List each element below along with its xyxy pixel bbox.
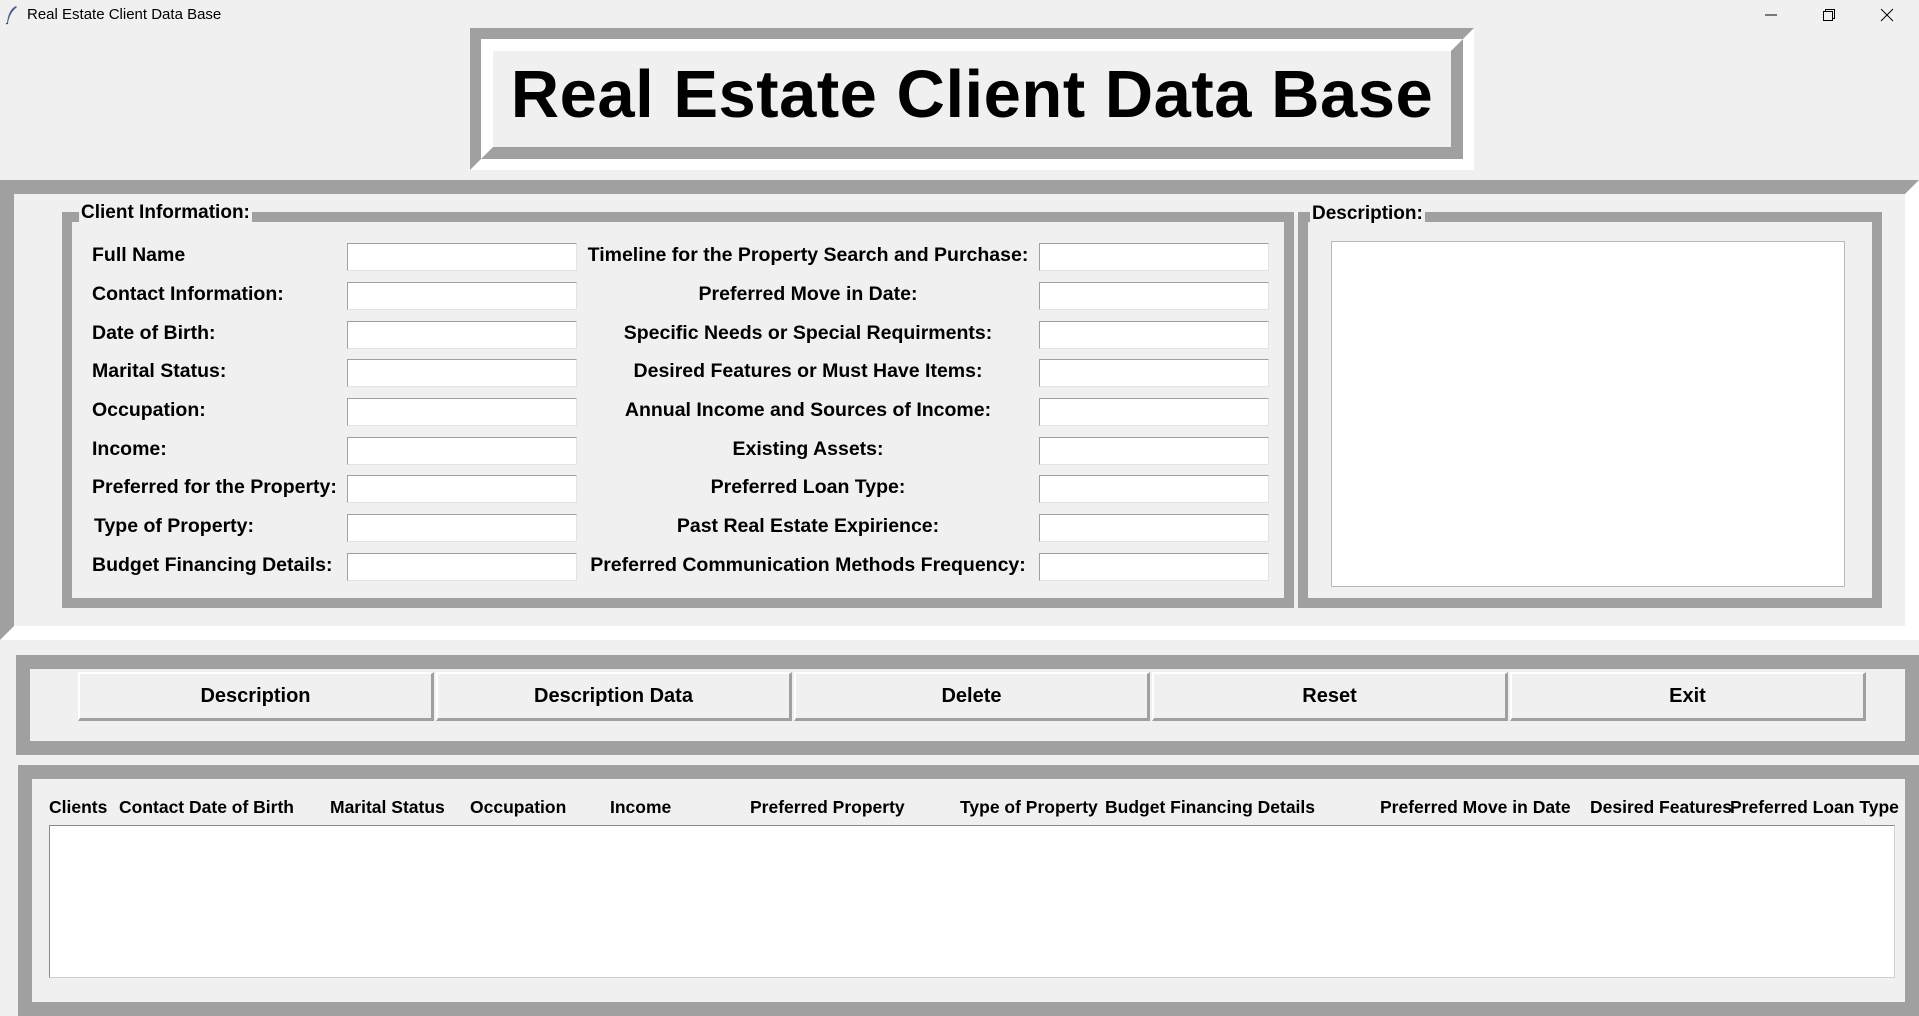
- table-column-header[interactable]: Preferred Move in Date: [1380, 797, 1571, 818]
- restore-icon: [1823, 9, 1835, 21]
- right-field-label: Past Real Estate Expirience:: [676, 515, 940, 537]
- table-column-header[interactable]: Clients: [49, 797, 107, 818]
- left-field-input[interactable]: [347, 553, 577, 581]
- close-button[interactable]: [1858, 0, 1916, 30]
- table-column-header[interactable]: Preferred Property: [750, 797, 905, 818]
- right-field-input[interactable]: [1039, 553, 1269, 581]
- left-field-input[interactable]: [347, 282, 577, 310]
- feather-icon: [5, 6, 17, 25]
- right-field-input[interactable]: [1039, 243, 1269, 271]
- window-titlebar: Real Estate Client Data Base: [0, 0, 1919, 30]
- right-field-label: Preferred Move in Date:: [698, 283, 918, 305]
- left-field-input[interactable]: [347, 437, 577, 465]
- table-column-header[interactable]: Budget Financing Details: [1105, 797, 1315, 818]
- right-field-input[interactable]: [1039, 475, 1269, 503]
- restore-button[interactable]: [1800, 0, 1858, 30]
- left-field-input[interactable]: [347, 398, 577, 426]
- left-field-input[interactable]: [347, 243, 577, 271]
- left-field-label: Type of Property:: [94, 515, 254, 537]
- description-label: Description:: [1310, 203, 1425, 225]
- table-column-header[interactable]: Date of Birth: [189, 797, 294, 818]
- right-field-input[interactable]: [1039, 437, 1269, 465]
- left-field-input[interactable]: [347, 514, 577, 542]
- right-field-input[interactable]: [1039, 398, 1269, 426]
- delete-button[interactable]: Delete: [794, 672, 1150, 721]
- right-field-label: Desired Features or Must Have Items:: [633, 360, 983, 382]
- description-button[interactable]: Description: [78, 672, 434, 721]
- left-field-label: Preferred for the Property:: [92, 476, 337, 498]
- right-field-label: Preferred Loan Type:: [710, 476, 906, 498]
- table-column-header[interactable]: Marital Status: [330, 797, 445, 818]
- table-column-header[interactable]: Occupation: [470, 797, 566, 818]
- left-field-input[interactable]: [347, 321, 577, 349]
- exit-button[interactable]: Exit: [1510, 672, 1866, 721]
- right-field-input[interactable]: [1039, 282, 1269, 310]
- table-column-header[interactable]: Income: [610, 797, 671, 818]
- left-field-label: Full Name: [92, 244, 186, 266]
- heading-frame: Real Estate Client Data Base: [470, 28, 1474, 170]
- left-field-label: Marital Status:: [92, 360, 227, 382]
- right-field-input[interactable]: [1039, 321, 1269, 349]
- left-field-label: Occupation:: [92, 399, 206, 421]
- right-field-label: Existing Assets:: [732, 438, 884, 460]
- description-data-button[interactable]: Description Data: [436, 672, 792, 721]
- right-field-label: Annual Income and Sources of Income:: [624, 399, 992, 421]
- left-field-label: Budget Financing Details:: [92, 554, 333, 576]
- table-column-header[interactable]: Type of Property: [960, 797, 1098, 818]
- right-field-input[interactable]: [1039, 514, 1269, 542]
- left-field-label: Contact Information:: [92, 283, 284, 305]
- page-title: Real Estate Client Data Base: [510, 57, 1434, 132]
- main-window: Real Estate Client Data Base Client Info…: [0, 28, 1919, 1016]
- description-textarea[interactable]: [1331, 241, 1845, 587]
- left-field-input[interactable]: [347, 359, 577, 387]
- right-field-label: Preferred Communication Methods Frequenc…: [590, 554, 1026, 576]
- left-field-label: Date of Birth:: [92, 322, 216, 344]
- client-table-body[interactable]: [49, 825, 1895, 978]
- window-title: Real Estate Client Data Base: [27, 6, 222, 23]
- left-field-input[interactable]: [347, 475, 577, 503]
- right-field-label: Specific Needs or Special Requirments:: [623, 322, 993, 344]
- client-info-label: Client Information:: [79, 202, 252, 224]
- client-table-header: Clients Contact Date of Birth Marital Statu…: [49, 797, 1899, 819]
- table-column-header[interactable]: Contact: [119, 797, 184, 818]
- minimize-icon: [1765, 14, 1777, 16]
- right-field-input[interactable]: [1039, 359, 1269, 387]
- minimize-button[interactable]: [1742, 0, 1800, 30]
- table-column-header[interactable]: Preferred Loan Type: [1730, 797, 1899, 818]
- left-field-label: Income:: [92, 438, 167, 460]
- table-column-header[interactable]: Desired Features: [1590, 797, 1732, 818]
- reset-button[interactable]: Reset: [1152, 672, 1508, 721]
- right-field-label: Timeline for the Property Search and Pur…: [587, 244, 1029, 266]
- close-icon: [1880, 8, 1894, 22]
